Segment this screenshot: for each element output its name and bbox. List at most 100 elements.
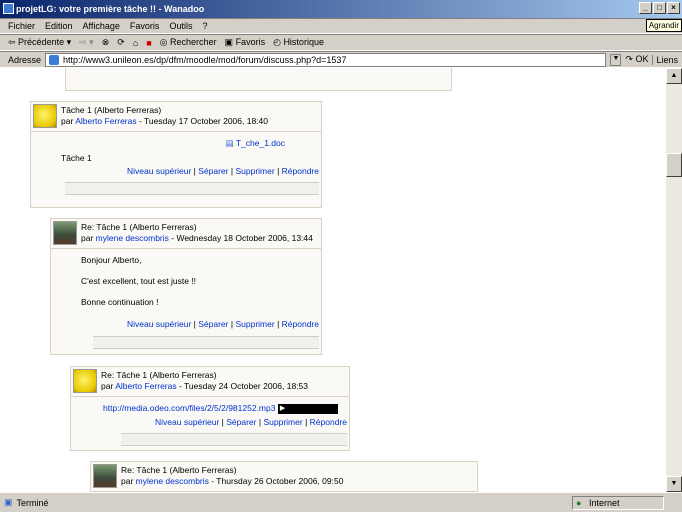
author-link[interactable]: Alberto Ferreras — [115, 381, 176, 391]
status-bar: ▣ Terminé ● Internet — [0, 492, 682, 512]
avatar[interactable] — [33, 104, 57, 128]
wanadoo-icon[interactable]: ■ — [146, 38, 151, 48]
address-dropdown[interactable]: ▼ — [610, 53, 622, 66]
post-date: - Thursday 26 October 2006, 09:50 — [208, 476, 344, 486]
post-subject: Re: Tâche 1 (Alberto Ferreras) — [121, 465, 237, 475]
search-label: Rechercher — [170, 37, 217, 47]
go-button[interactable]: ↷ OK — [625, 54, 648, 65]
post-subject: Re: Tâche 1 (Alberto Ferreras) — [101, 370, 217, 380]
address-url: http://www3.unileon.es/dp/dfm/moodle/mod… — [63, 54, 347, 65]
by-label: par — [101, 381, 114, 391]
post-subject: Re: Tâche 1 (Alberto Ferreras) — [81, 222, 197, 232]
author-link[interactable]: Alberto Ferreras — [75, 116, 136, 126]
menu-help[interactable]: ? — [202, 21, 207, 31]
sep: | — [305, 416, 308, 427]
page-icon: ▣ — [4, 497, 13, 507]
forum-post: Re: Tâche 1 (Alberto Ferreras) par mylen… — [50, 218, 322, 355]
parent-link[interactable]: Niveau supérieur — [155, 417, 219, 427]
vertical-scrollbar[interactable]: ▲ ▼ — [666, 68, 682, 492]
post-actions: Niveau supérieur | Séparer | Supprimer |… — [81, 319, 321, 330]
by-label: par — [61, 116, 74, 126]
menu-affichage[interactable]: Affichage — [83, 21, 120, 31]
author-link[interactable]: mylene descombris — [96, 233, 169, 243]
globe-icon: ● — [576, 498, 582, 508]
sep: | — [193, 166, 196, 176]
stop-icon[interactable]: ⊗ — [102, 37, 110, 48]
reply-link[interactable]: Répondre — [282, 166, 319, 176]
post-actions: Niveau supérieur | Séparer | Supprimer |… — [31, 166, 321, 176]
toolbar: ⇦ Précédente ▾ ⇨ ▾ ⊗ ⟳ ⌂ ■ ◎ Rechercher … — [0, 34, 682, 51]
delete-link[interactable]: Supprimer — [263, 417, 302, 427]
home-icon[interactable]: ⌂ — [133, 38, 138, 48]
links-button[interactable]: Liens — [652, 54, 682, 65]
previous-post — [65, 68, 452, 91]
sep: | — [258, 416, 262, 427]
title-bar: projetLG: votre première tâche !! - Wana… — [0, 0, 682, 18]
media-link[interactable]: http://media.odeo.com/files/2/5/2/981252… — [103, 403, 275, 413]
split-link[interactable]: Séparer — [198, 319, 228, 329]
post-date: - Wednesday 18 October 2006, 13:44 — [168, 233, 313, 243]
sep: | — [230, 166, 234, 176]
delete-link[interactable]: Supprimer — [235, 166, 274, 176]
back-label: Précédente — [18, 37, 65, 47]
forum-post: Re: Tâche 1 (Alberto Ferreras) par Alber… — [70, 366, 350, 451]
history-button[interactable]: ◴ Historique — [273, 37, 324, 48]
divider — [65, 182, 319, 195]
menu-fichier[interactable]: Fichier — [8, 21, 35, 31]
post-body-line: Bonne continuation ! — [81, 297, 159, 307]
page-content: Tâche 1 (Alberto Ferreras) par Alberto F… — [0, 68, 666, 492]
post-date: - Tuesday 24 October 2006, 18:53 — [176, 381, 308, 391]
reply-link[interactable]: Répondre — [310, 417, 347, 427]
menu-favoris[interactable]: Favoris — [130, 21, 160, 31]
menu-bar: Fichier Edition Affichage Favoris Outils… — [0, 18, 682, 34]
address-input[interactable]: http://www3.unileon.es/dp/dfm/moodle/mod… — [45, 52, 607, 67]
doc-icon: ▤ — [225, 138, 234, 148]
split-link[interactable]: Séparer — [198, 166, 228, 176]
status-text: Terminé — [16, 497, 49, 508]
menu-edition[interactable]: Edition — [45, 21, 73, 31]
parent-link[interactable]: Niveau supérieur — [127, 319, 191, 329]
post-body-line: Bonjour Alberto, — [81, 255, 142, 265]
zone-label: Internet — [589, 498, 620, 508]
scroll-thumb[interactable] — [666, 153, 682, 177]
refresh-icon[interactable]: ⟳ — [117, 37, 125, 48]
split-link[interactable]: Séparer — [226, 417, 256, 427]
sep: | — [277, 319, 280, 329]
page-icon — [49, 54, 60, 65]
scroll-down-button[interactable]: ▼ — [666, 476, 682, 492]
forward-button[interactable]: ⇨ ▾ — [79, 37, 94, 48]
go-label: OK — [635, 54, 649, 64]
avatar[interactable] — [93, 464, 117, 488]
post-date: - Tuesday 17 October 2006, 18:40 — [136, 116, 268, 126]
close-button[interactable]: × — [667, 2, 680, 14]
post-subject: Tâche 1 (Alberto Ferreras) — [61, 105, 162, 115]
history-label: Historique — [283, 37, 324, 47]
forum-post: Re: Tâche 1 (Alberto Ferreras) par mylen… — [90, 461, 478, 492]
favorites-button[interactable]: ▣ Favoris — [225, 37, 266, 48]
search-button[interactable]: ◎ Rechercher — [160, 37, 217, 48]
delete-link[interactable]: Supprimer — [235, 319, 274, 329]
divider — [121, 432, 347, 446]
avatar[interactable] — [53, 221, 77, 245]
sep: | — [193, 319, 196, 329]
ie-icon — [3, 3, 14, 14]
security-zone: ● Internet — [572, 496, 664, 510]
window-title: projetLG: votre première tâche !! - Wana… — [16, 4, 205, 14]
menu-outils[interactable]: Outils — [169, 21, 192, 31]
reply-link[interactable]: Répondre — [282, 319, 319, 329]
audio-player[interactable] — [277, 403, 338, 414]
parent-link[interactable]: Niveau supérieur — [127, 166, 191, 176]
author-link[interactable]: mylene descombris — [136, 476, 209, 486]
maximize-button[interactable]: □ — [653, 2, 666, 14]
post-body: Tâche 1 — [61, 153, 92, 163]
sep: | — [230, 319, 234, 329]
attachment-link[interactable]: T_che_1.doc — [236, 138, 285, 148]
minimize-button[interactable]: _ — [639, 2, 652, 14]
post-body-line: C'est excellent, tout est juste !! — [81, 276, 197, 286]
back-button[interactable]: ⇦ Précédente ▾ — [8, 37, 71, 48]
scroll-up-button[interactable]: ▲ — [666, 68, 682, 84]
favorites-label: Favoris — [235, 37, 266, 47]
avatar[interactable] — [73, 369, 97, 393]
sep: | — [221, 416, 224, 427]
address-label: Adresse — [8, 54, 42, 65]
